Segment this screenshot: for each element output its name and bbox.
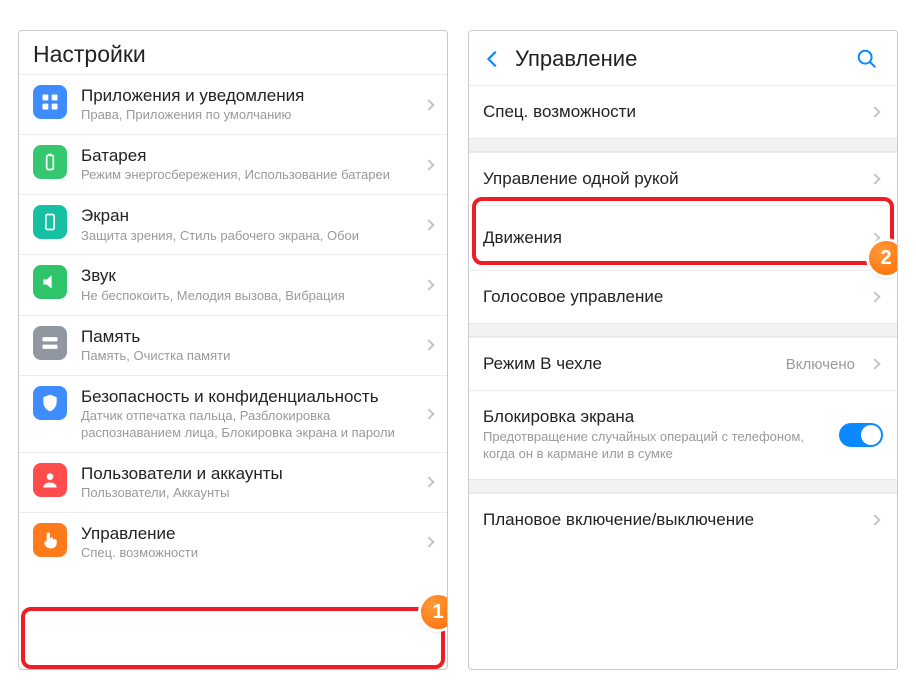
step-badge-1: 1 (421, 595, 448, 629)
toggle-pocket-lock[interactable] (839, 423, 883, 447)
row-title: Память (81, 326, 417, 347)
section-gap (469, 323, 897, 337)
row-label: Голосовое управление (483, 287, 863, 307)
chevron-right-icon (423, 219, 434, 230)
row-label: Спец. возможности (483, 102, 863, 122)
storage-icon (33, 326, 67, 360)
row-sound[interactable]: Звук Не беспокоить, Мелодия вызова, Вибр… (19, 254, 447, 314)
page-title: Управление (515, 46, 853, 72)
row-label: Движения (483, 228, 863, 248)
row-subtitle: Память, Очистка памяти (81, 348, 417, 365)
row-title: Безопасность и конфиденциальность (81, 386, 417, 407)
row-case-mode[interactable]: Режим В чехле Включено (469, 337, 897, 390)
row-title: Звук (81, 265, 417, 286)
row-label: Управление одной рукой (483, 169, 863, 189)
chevron-right-icon (869, 291, 880, 302)
row-scheduled-power[interactable]: Плановое включение/выключение (469, 493, 897, 546)
row-title: Батарея (81, 145, 417, 166)
settings-pane: Настройки Приложения и уведомления Права… (18, 30, 448, 670)
row-subtitle: Не беспокоить, Мелодия вызова, Вибрация (81, 288, 417, 305)
page-title: Настройки (19, 31, 447, 74)
sound-icon (33, 265, 67, 299)
chevron-right-icon (423, 537, 434, 548)
row-label: Режим В чехле (483, 354, 786, 374)
chevron-right-icon (869, 106, 880, 117)
row-users-accounts[interactable]: Пользователи и аккаунты Пользователи, Ак… (19, 452, 447, 512)
row-title: Пользователи и аккаунты (81, 463, 417, 484)
row-label: Блокировка экрана (483, 407, 829, 427)
chevron-right-icon (423, 99, 434, 110)
row-apps-notifications[interactable]: Приложения и уведомления Права, Приложен… (19, 74, 447, 134)
row-subtitle: Права, Приложения по умолчанию (81, 107, 417, 124)
row-pocket-lock: Блокировка экрана Предотвращение случайн… (469, 390, 897, 479)
row-smart-assist[interactable]: Управление Спец. возможности (19, 512, 447, 572)
hand-icon (33, 523, 67, 557)
row-motions[interactable]: Движения (469, 205, 897, 270)
row-subtitle: Защита зрения, Стиль рабочего экрана, Об… (81, 228, 417, 245)
back-button[interactable] (479, 45, 507, 73)
row-label: Плановое включение/выключение (483, 510, 863, 530)
chevron-right-icon (423, 477, 434, 488)
chevron-right-icon (869, 173, 880, 184)
row-one-hand[interactable]: Управление одной рукой (469, 152, 897, 205)
screen-icon (33, 205, 67, 239)
section-gap (469, 479, 897, 493)
search-button[interactable] (853, 45, 881, 73)
row-screen[interactable]: Экран Защита зрения, Стиль рабочего экра… (19, 194, 447, 254)
row-subtitle: Датчик отпечатка пальца, Разблокировка р… (81, 408, 417, 442)
row-storage[interactable]: Память Память, Очистка памяти (19, 315, 447, 375)
row-value: Включено (786, 356, 855, 373)
chevron-right-icon (423, 408, 434, 419)
chevron-right-icon (423, 159, 434, 170)
battery-icon (33, 145, 67, 179)
row-subtitle: Спец. возможности (81, 545, 417, 562)
row-description: Предотвращение случайных операций с теле… (483, 429, 829, 463)
row-subtitle: Пользователи, Аккаунты (81, 485, 417, 502)
section-gap (469, 138, 897, 152)
row-accessibility[interactable]: Спец. возможности (469, 85, 897, 138)
chevron-right-icon (423, 279, 434, 290)
shield-icon (33, 386, 67, 420)
row-subtitle: Режим энергосбережения, Использование ба… (81, 167, 417, 184)
user-icon (33, 463, 67, 497)
row-title: Приложения и уведомления (81, 85, 417, 106)
row-voice-control[interactable]: Голосовое управление (469, 270, 897, 323)
row-security[interactable]: Безопасность и конфиденциальность Датчик… (19, 375, 447, 452)
chevron-right-icon (423, 339, 434, 350)
smart-assist-pane: Управление Спец. возможности Управление … (468, 30, 898, 670)
header-bar: Управление (469, 31, 897, 85)
chevron-right-icon (869, 232, 880, 243)
row-battery[interactable]: Батарея Режим энергосбережения, Использо… (19, 134, 447, 194)
row-title: Управление (81, 523, 417, 544)
chevron-right-icon (869, 514, 880, 525)
row-title: Экран (81, 205, 417, 226)
chevron-right-icon (869, 358, 880, 369)
highlight-box (21, 607, 445, 669)
apps-icon (33, 85, 67, 119)
